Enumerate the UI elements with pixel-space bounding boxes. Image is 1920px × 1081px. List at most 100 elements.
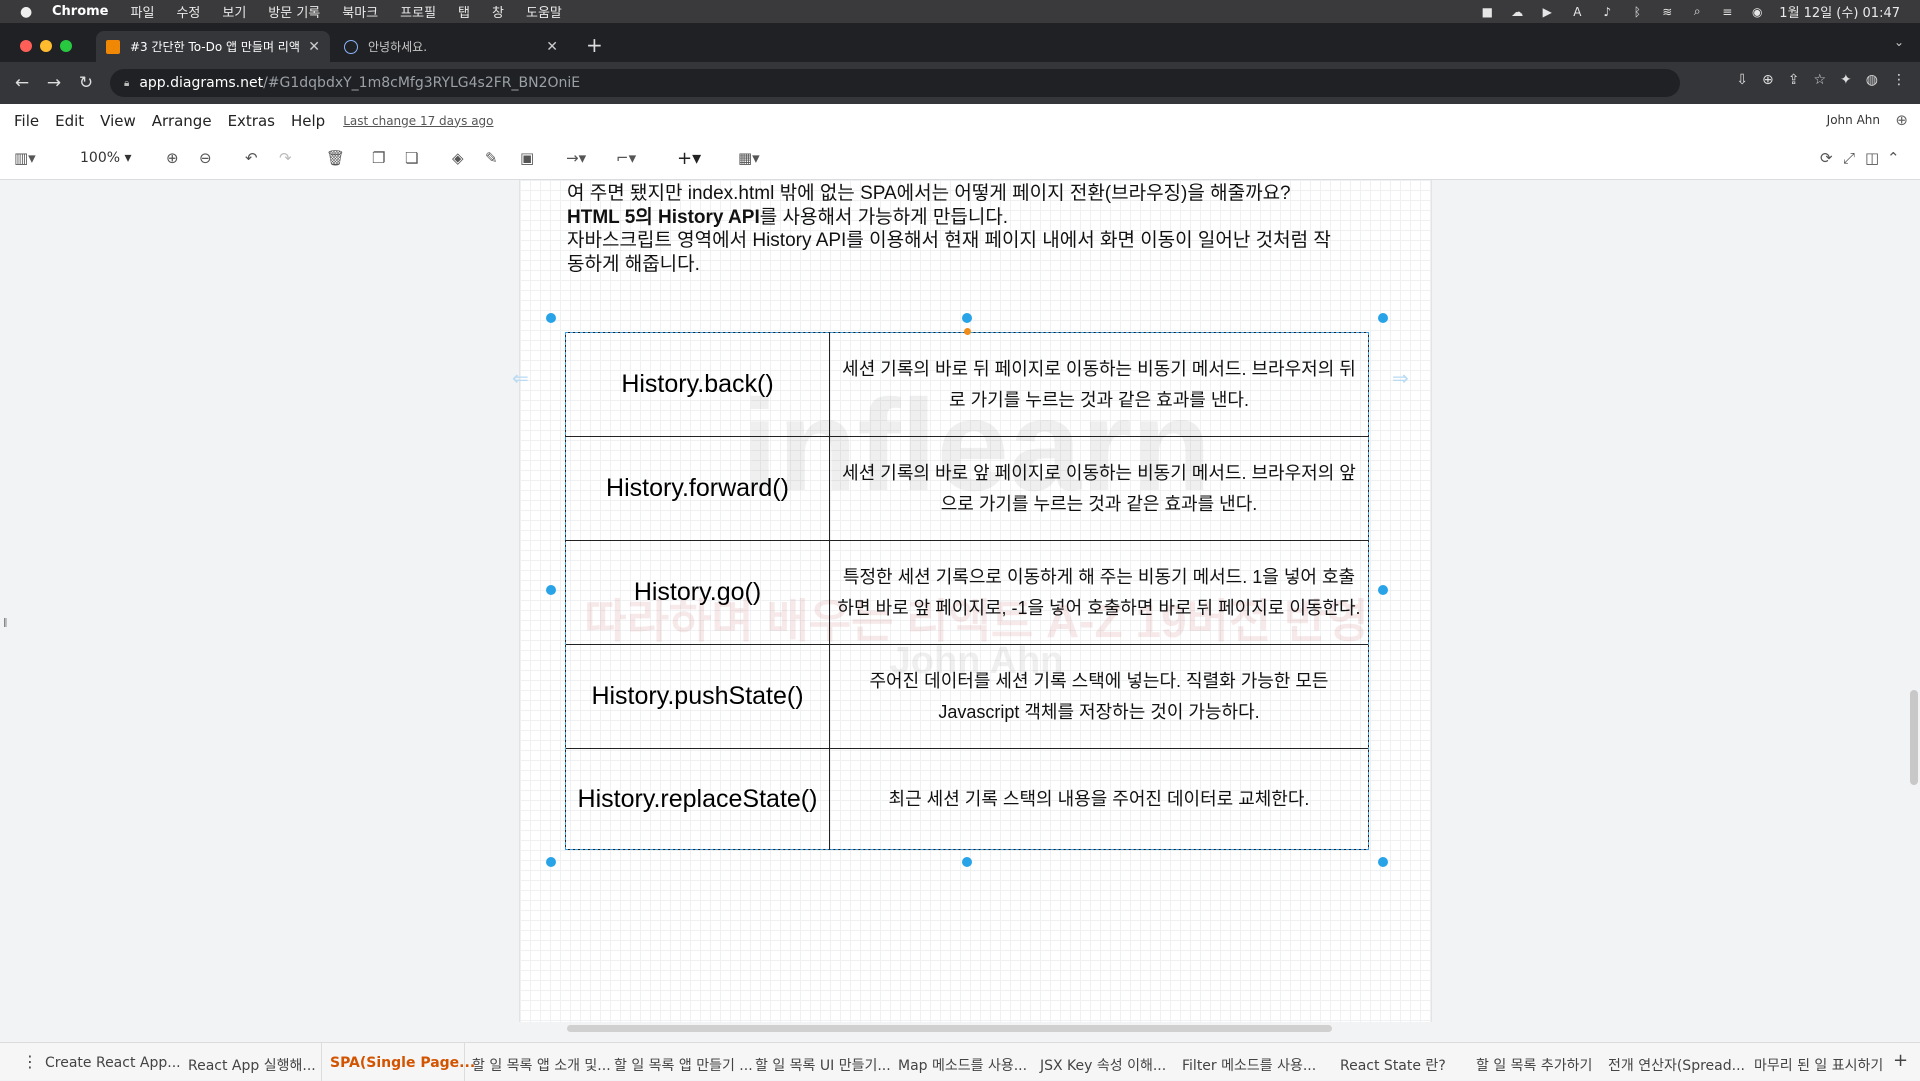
share-icon[interactable]: ⇪	[1788, 72, 1800, 88]
to-back-icon[interactable]: ❏	[405, 148, 418, 168]
connection-icon[interactable]: →▾	[566, 148, 586, 168]
page-tab[interactable]: Map 메소드를 사용...	[898, 1055, 1027, 1075]
volume-icon[interactable]: ♪	[1599, 5, 1615, 19]
menu-edit[interactable]: 수정	[176, 2, 200, 21]
delete-icon[interactable]: 🗑︎	[326, 148, 345, 168]
zoom-in-icon[interactable]: ⊕	[166, 148, 179, 168]
zoom-icon[interactable]: ⊕	[1762, 72, 1774, 88]
table-icon[interactable]: ▦▾	[738, 148, 760, 168]
record-icon[interactable]: ■	[1479, 5, 1495, 19]
menu-file[interactable]: 파일	[131, 2, 155, 21]
close-tab-icon[interactable]: ✕	[308, 39, 320, 55]
vertical-scrollbar[interactable]	[1910, 690, 1918, 785]
page-tab[interactable]: Filter 메소드를 사용...	[1182, 1055, 1316, 1075]
menu-help[interactable]: 도움말	[526, 2, 562, 21]
siri-icon[interactable]: ◉	[1749, 5, 1765, 19]
tab-search-icon[interactable]: ⌄	[1894, 35, 1904, 49]
new-tab-button[interactable]: +	[586, 33, 603, 57]
window-close-button[interactable]	[20, 40, 32, 52]
page-tab[interactable]: Create React App...	[45, 1055, 181, 1071]
menu-profile[interactable]: 프로필	[400, 2, 436, 21]
description-cell[interactable]: 주어진 데이터를 세션 기록 스택에 넣는다. 직렬화 가능한 모든 Javas…	[830, 645, 1368, 748]
fullscreen-icon[interactable]: ⤢	[1843, 148, 1855, 168]
history-api-table[interactable]: History.back() 세션 기록의 바로 뒤 페이지로 이동하는 비동기…	[565, 332, 1369, 850]
page-tab[interactable]: 전개 연산자(Spread...	[1608, 1055, 1745, 1075]
split-panel-icon[interactable]: ◫	[1865, 148, 1879, 168]
menu-arrange[interactable]: Arrange	[152, 112, 212, 130]
arrow-right-icon[interactable]: ⇒	[1392, 366, 1409, 390]
page-tab[interactable]: React App 실행해...	[188, 1055, 316, 1075]
waypoints-icon[interactable]: ⌐▾	[616, 148, 636, 168]
sync-icon[interactable]: ⟳	[1820, 148, 1833, 168]
shadow-icon[interactable]: ▣	[520, 148, 534, 168]
table-row[interactable]: History.back() 세션 기록의 바로 뒤 페이지로 이동하는 비동기…	[566, 333, 1368, 437]
page-tab[interactable]: 할 일 목록 앱 소개 및...	[472, 1055, 611, 1075]
browser-tab[interactable]: 안녕하세요. ✕	[334, 31, 568, 62]
page-tab[interactable]: JSX Key 속성 이해...	[1040, 1055, 1166, 1075]
forward-icon[interactable]: →	[38, 73, 70, 93]
to-front-icon[interactable]: ❐	[372, 148, 385, 168]
menu-window[interactable]: 창	[492, 2, 504, 21]
apple-menu-icon[interactable]: ●	[20, 4, 38, 20]
profile-avatar[interactable]: ◍	[1866, 72, 1878, 88]
method-cell[interactable]: History.go()	[566, 541, 830, 644]
table-row[interactable]: History.forward() 세션 기록의 바로 앞 페이지로 이동하는 …	[566, 437, 1368, 541]
resize-handle-nw[interactable]	[546, 313, 556, 323]
page-tab[interactable]: 할 일 목록 UI 만들기...	[755, 1055, 891, 1075]
menu-view[interactable]: View	[100, 112, 136, 130]
resize-handle-sw[interactable]	[546, 857, 556, 867]
description-cell[interactable]: 특정한 세션 기록으로 이동하게 해 주는 비동기 메서드. 1을 넣어 호출하…	[830, 541, 1368, 644]
reload-icon[interactable]: ↻	[70, 73, 102, 93]
resize-handle-s[interactable]	[962, 857, 972, 867]
resize-handle-w[interactable]	[546, 585, 556, 595]
input-source-icon[interactable]: A	[1569, 5, 1585, 19]
sidebar-toggle-icon[interactable]: ‖	[3, 618, 8, 628]
menu-file[interactable]: File	[14, 112, 39, 130]
wifi-icon[interactable]: ≋	[1659, 5, 1675, 19]
page-tab[interactable]: 마무리 된 일 표시하기	[1754, 1055, 1883, 1075]
last-change-link[interactable]: Last change 17 days ago	[343, 114, 493, 128]
method-cell[interactable]: History.forward()	[566, 437, 830, 540]
window-zoom-button[interactable]	[60, 40, 72, 52]
method-cell[interactable]: History.replaceState()	[566, 749, 830, 849]
spotlight-icon[interactable]: ⌕	[1689, 4, 1705, 18]
resize-handle-se[interactable]	[1378, 857, 1388, 867]
bluetooth-icon[interactable]: ᛒ	[1629, 5, 1645, 19]
play-icon[interactable]: ▶	[1539, 5, 1555, 19]
description-cell[interactable]: 세션 기록의 바로 앞 페이지로 이동하는 비동기 메서드. 브라우저의 앞으로…	[830, 437, 1368, 540]
page-tab[interactable]: React State 란?	[1340, 1055, 1446, 1075]
back-icon[interactable]: ←	[6, 73, 38, 93]
chrome-menu-icon[interactable]: ⋮	[1892, 72, 1906, 88]
page-tab[interactable]: 할 일 목록 추가하기	[1476, 1055, 1592, 1075]
user-name[interactable]: John Ahn	[1827, 113, 1880, 127]
menu-history[interactable]: 방문 기록	[268, 2, 320, 21]
resize-handle-ne[interactable]	[1378, 313, 1388, 323]
cloud-icon[interactable]: ☁	[1509, 5, 1525, 19]
method-cell[interactable]: History.pushState()	[566, 645, 830, 748]
lock-icon[interactable]: 🔒︎	[124, 78, 129, 89]
add-page-button[interactable]: +	[1893, 1050, 1908, 1071]
fill-color-icon[interactable]: ◈	[452, 148, 464, 168]
arrow-left-icon[interactable]: ⇐	[512, 366, 529, 390]
close-tab-icon[interactable]: ✕	[546, 39, 558, 55]
menu-extras[interactable]: Extras	[228, 112, 275, 130]
menu-bookmarks[interactable]: 북마크	[342, 2, 378, 21]
pages-menu-icon[interactable]: ⋮	[22, 1052, 38, 1071]
undo-icon[interactable]: ↶	[245, 148, 258, 168]
zoom-out-icon[interactable]: ⊖	[199, 148, 212, 168]
menu-help[interactable]: Help	[291, 112, 325, 130]
line-color-icon[interactable]: ✎	[485, 148, 498, 168]
insert-icon[interactable]: +▾	[677, 148, 701, 169]
table-row[interactable]: History.pushState() 주어진 데이터를 세션 기록 스택에 넣…	[566, 645, 1368, 749]
bookmark-star-icon[interactable]: ☆	[1813, 72, 1826, 88]
description-cell[interactable]: 세션 기록의 바로 뒤 페이지로 이동하는 비동기 메서드. 브라우저의 뒤로 …	[830, 333, 1368, 436]
window-minimize-button[interactable]	[40, 40, 52, 52]
menu-view[interactable]: 보기	[222, 2, 246, 21]
install-icon[interactable]: ⇩	[1736, 72, 1748, 88]
table-row[interactable]: History.go() 특정한 세션 기록으로 이동하게 해 주는 비동기 메…	[566, 541, 1368, 645]
format-panel-icon[interactable]: ▥▾	[14, 148, 36, 168]
method-cell[interactable]: History.back()	[566, 333, 830, 436]
extensions-icon[interactable]: ✦	[1840, 72, 1852, 88]
diagram-page[interactable]: 여 주면 됐지만 index.html 밖에 없는 SPA에서는 어떻게 페이지…	[512, 180, 1432, 1022]
horizontal-scrollbar[interactable]	[567, 1025, 1332, 1032]
